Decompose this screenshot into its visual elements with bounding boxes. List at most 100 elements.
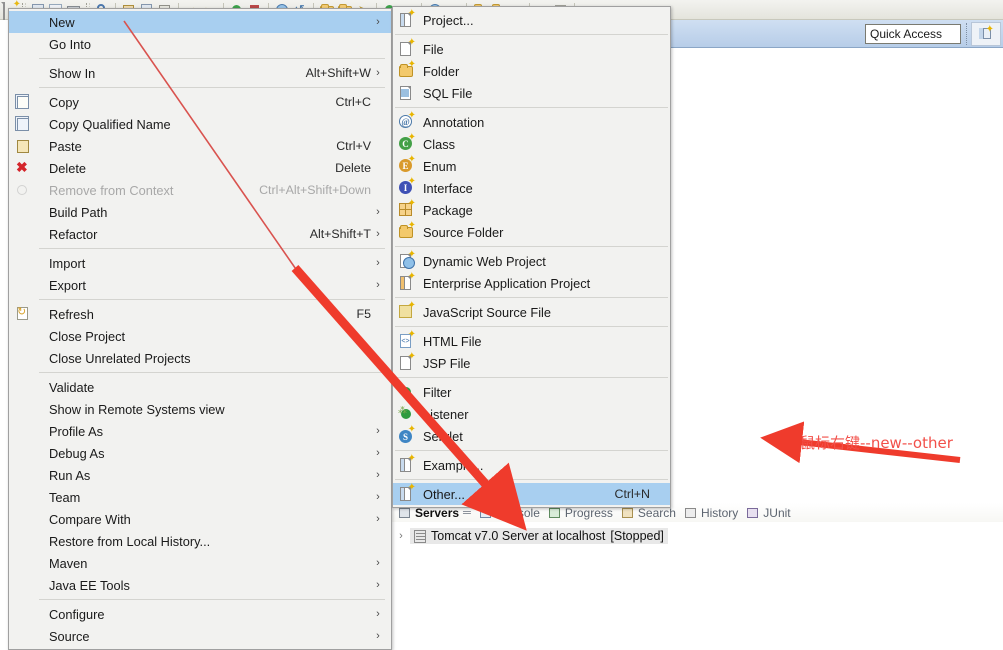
menu-item-new[interactable]: New › [9, 11, 391, 33]
menu-separator [395, 107, 668, 108]
submenu-item-source-folder[interactable]: ✦ Source Folder [393, 221, 670, 243]
copy-icon [9, 93, 35, 111]
menu-item-icon-placeholder [9, 444, 35, 462]
server-row[interactable]: › Tomcat v7.0 Server at localhost [Stopped… [396, 527, 1003, 545]
quick-access-input[interactable]: Quick Access [865, 24, 961, 44]
menu-item-label: Validate [49, 379, 95, 395]
menu-item-delete[interactable]: ✖ Delete Delete [9, 157, 391, 179]
context-menu[interactable]: New › Go Into Show In Alt+Shift+W › Copy Ctrl+C… [8, 8, 392, 650]
menu-item-show-in[interactable]: Show In Alt+Shift+W › [9, 62, 391, 84]
menu-item-compare-with[interactable]: Compare With › [9, 508, 391, 530]
menu-item-icon-placeholder [9, 466, 35, 484]
menu-item-icon-placeholder [9, 422, 35, 440]
menu-item-restore-from-local-history[interactable]: Restore from Local History... [9, 530, 391, 552]
submenu-item-listener[interactable]: ⁂ Listener [393, 403, 670, 425]
menu-item-validate[interactable]: Validate [9, 376, 391, 398]
menu-item-label: Show In [49, 65, 96, 81]
server-row-content[interactable]: Tomcat v7.0 Server at localhost [Stopped] [410, 528, 668, 544]
menu-item-label: Annotation [423, 114, 485, 130]
menu-separator [39, 599, 385, 600]
servers-view: Servers ═ Console Progress Search History JUni… [392, 503, 1003, 637]
menu-item-maven[interactable]: Maven › [9, 552, 391, 574]
submenu-item-file[interactable]: ✦ File [393, 38, 670, 60]
menu-item-label: HTML File [423, 333, 482, 349]
submenu-item-filter[interactable]: ✦ Filter [393, 381, 670, 403]
menu-item-remove-from-context[interactable]: Remove from Context Ctrl+Alt+Shift+Down [9, 179, 391, 201]
menu-item-icon-placeholder [9, 35, 35, 53]
menu-item-close-project[interactable]: Close Project [9, 325, 391, 347]
view-tab-junit[interactable]: JUnit [744, 503, 796, 522]
class-icon: C ✦ [393, 133, 419, 153]
menu-item-refactor[interactable]: Refactor Alt+Shift+T › [9, 223, 391, 245]
menu-item-import[interactable]: Import › [9, 252, 391, 274]
submenu-item-folder[interactable]: ✦ Folder [393, 60, 670, 82]
menu-item-label: Interface [423, 180, 473, 196]
html-file-icon: <> ✦ [393, 330, 419, 350]
submenu-item-javascript-source-file[interactable]: ✦ JavaScript Source File [393, 301, 670, 323]
menu-item-copy-qualified-name[interactable]: Copy Qualified Name [9, 113, 391, 135]
submenu-item-enum[interactable]: E ✦ Enum [393, 155, 670, 177]
submenu-item-package[interactable]: ✦ Package [393, 199, 670, 221]
menu-item-label: New [49, 14, 75, 30]
chevron-right-icon: › [376, 491, 380, 503]
open-perspective-button[interactable]: ✦ [971, 22, 1001, 46]
menu-item-team[interactable]: Team › [9, 486, 391, 508]
menu-item-go-into[interactable]: Go Into [9, 33, 391, 55]
menu-item-label: Java EE Tools [49, 577, 130, 593]
menu-item-show-in-remote-systems-view[interactable]: Show in Remote Systems view [9, 398, 391, 420]
menu-item-icon-placeholder [9, 576, 35, 594]
submenu-item-class[interactable]: C ✦ Class [393, 133, 670, 155]
menu-item-profile-as[interactable]: Profile As › [9, 420, 391, 442]
menu-item-label: File [423, 41, 444, 57]
submenu-item-example[interactable]: ✦ Example... [393, 454, 670, 476]
servlet-icon: S ✦ [393, 425, 419, 445]
menu-item-configure[interactable]: Configure › [9, 603, 391, 625]
new-submenu[interactable]: ✦ Project... ✦ File ✦ Folder SQL File @ ✦ Annotat… [392, 6, 671, 508]
menu-item-refresh[interactable]: Refresh F5 [9, 303, 391, 325]
menu-item-label: Remove from Context [49, 182, 174, 198]
menu-item-java-ee-tools[interactable]: Java EE Tools › [9, 574, 391, 596]
expand-twisty-icon[interactable]: › [396, 530, 406, 542]
enterprise-app-project-icon: ✦ [393, 272, 419, 292]
submenu-item-enterprise-application-project[interactable]: ✦ Enterprise Application Project [393, 272, 670, 294]
new-folder-icon: ✦ [393, 60, 419, 80]
submenu-item-project[interactable]: ✦ Project... [393, 9, 670, 31]
submenu-item-sql-file[interactable]: SQL File [393, 82, 670, 104]
menu-item-source[interactable]: Source › [9, 625, 391, 647]
menu-separator [39, 372, 385, 373]
dynamic-web-project-icon: ✦ [393, 250, 419, 270]
chevron-right-icon: › [376, 469, 380, 481]
menu-item-icon-placeholder [9, 254, 35, 272]
menu-item-paste[interactable]: Paste Ctrl+V [9, 135, 391, 157]
menu-item-label: Show in Remote Systems view [49, 401, 225, 417]
menu-item-label: Export [49, 277, 86, 293]
view-tab-history[interactable]: History [682, 503, 744, 522]
submenu-item-dynamic-web-project[interactable]: ✦ Dynamic Web Project [393, 250, 670, 272]
view-tab-label: History [700, 505, 739, 520]
submenu-item-jsp-file[interactable]: ✦ JSP File [393, 352, 670, 374]
menu-item-accelerator: Alt+Shift+T [309, 227, 371, 241]
menu-item-label: Paste [49, 138, 82, 154]
pin-view-icon[interactable]: ═ [463, 507, 471, 519]
menu-item-build-path[interactable]: Build Path › [9, 201, 391, 223]
submenu-item-html-file[interactable]: <> ✦ HTML File [393, 330, 670, 352]
menu-item-label: Servlet [423, 428, 463, 444]
menu-item-icon-placeholder [9, 378, 35, 396]
menu-item-run-as[interactable]: Run As › [9, 464, 391, 486]
submenu-item-other[interactable]: ✦ Other... Ctrl+N [393, 483, 670, 505]
submenu-item-annotation[interactable]: @ ✦ Annotation [393, 111, 670, 133]
menu-item-icon-placeholder [9, 488, 35, 506]
menu-item-close-unrelated-projects[interactable]: Close Unrelated Projects [9, 347, 391, 369]
menu-item-debug-as[interactable]: Debug As › [9, 442, 391, 464]
menu-item-copy[interactable]: Copy Ctrl+C [9, 91, 391, 113]
submenu-item-servlet[interactable]: S ✦ Servlet [393, 425, 670, 447]
menu-item-accelerator: F5 [356, 307, 371, 321]
filter-icon: ✦ [393, 383, 419, 401]
submenu-item-interface[interactable]: I ✦ Interface [393, 177, 670, 199]
chevron-right-icon: › [376, 425, 380, 437]
menu-item-icon-placeholder [9, 605, 35, 623]
menu-separator [39, 87, 385, 88]
menu-item-export[interactable]: Export › [9, 274, 391, 296]
chevron-right-icon: › [376, 630, 380, 642]
menu-item-label: Delete [49, 160, 86, 176]
